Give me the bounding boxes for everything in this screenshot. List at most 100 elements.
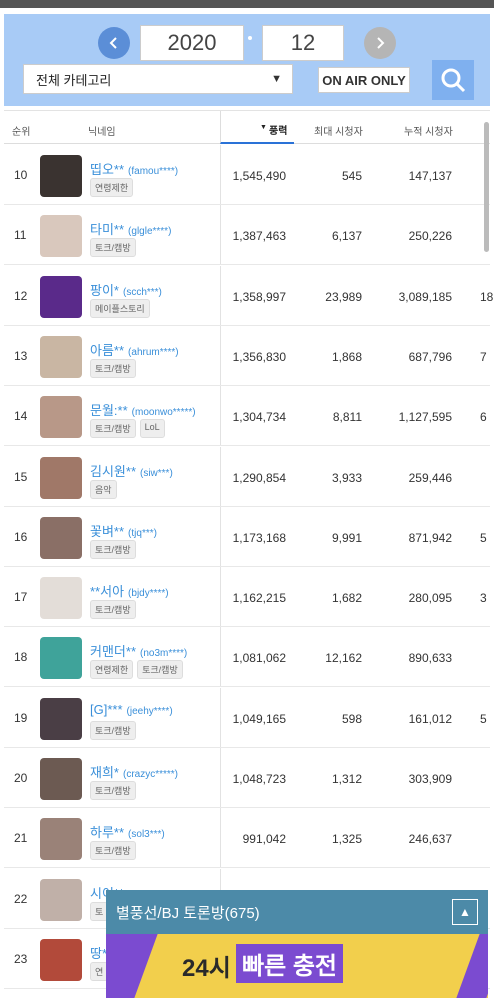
- nickname-id: (jeehy****): [126, 705, 173, 717]
- avatar[interactable]: [40, 456, 82, 499]
- avatar[interactable]: [40, 335, 82, 378]
- avatar[interactable]: [40, 938, 82, 981]
- power-column-header[interactable]: ▼ 풍력: [220, 111, 294, 144]
- avatar[interactable]: [40, 818, 82, 861]
- nickname[interactable]: 문월:** (moonwo*****): [90, 400, 196, 419]
- nickname[interactable]: 김시원** (siw***): [90, 461, 173, 480]
- power-value: 1,162,215: [232, 591, 286, 606]
- acc-viewers-value: 161,012: [408, 711, 452, 726]
- nickname-id: (moonwo*****): [131, 407, 196, 419]
- table-row[interactable]: 21 하루** (sol3***) 토크/캠방 991,042 1,325 246…: [4, 808, 490, 869]
- scrollbar-thumb[interactable]: [484, 122, 489, 252]
- month-field[interactable]: 12: [262, 25, 344, 61]
- nickname[interactable]: 타미** (glgle****): [90, 219, 171, 238]
- discussion-title: 별풍선/BJ 토론방(675): [116, 904, 260, 922]
- table-row[interactable]: 11 타미** (glgle****) 토크/캠방 1,387,463 6,137…: [4, 205, 490, 266]
- rank-number: 19: [14, 710, 28, 725]
- advertisement[interactable]: 24시 빠른 충전: [106, 934, 488, 998]
- avatar[interactable]: [40, 516, 82, 559]
- nickname-id: (ahrum****): [128, 346, 179, 358]
- nickname-name: 아름**: [90, 342, 125, 358]
- extra-value-clipped: 5: [480, 530, 487, 545]
- nickname[interactable]: 아름** (ahrum****): [90, 340, 179, 359]
- nickname-name: 재희*: [90, 765, 119, 780]
- table-row[interactable]: 20 재희* (crazyc*****) 토크/캠방 1,048,723 1,31…: [4, 748, 490, 808]
- acc-viewers-column-header[interactable]: 누적 시청자: [404, 123, 453, 138]
- year-field[interactable]: 2020: [140, 25, 244, 61]
- category-tag[interactable]: LoL: [139, 419, 165, 439]
- category-tag[interactable]: 토크/캠방: [90, 419, 136, 439]
- on-air-only-button[interactable]: ON AIR ONLY: [318, 67, 410, 93]
- avatar[interactable]: [40, 758, 82, 800]
- nickname-name: 커맨더**: [90, 644, 136, 660]
- nickname[interactable]: [G]*** (jeehy****): [90, 702, 173, 717]
- category-tag[interactable]: 토크/캠방: [90, 600, 136, 620]
- avatar[interactable]: [40, 155, 82, 197]
- category-tag[interactable]: 토크/캠방: [137, 660, 183, 680]
- max-viewers-column-header[interactable]: 최대 시청자: [314, 123, 363, 138]
- category-tags: 토크/캠방 LoL: [90, 419, 165, 439]
- rank-number: 23: [14, 951, 28, 966]
- avatar[interactable]: [40, 396, 82, 439]
- prev-month-button[interactable]: [98, 27, 130, 59]
- category-tag[interactable]: 토크/캠방: [90, 781, 136, 800]
- nickname-column-header: 닉네임: [88, 127, 116, 138]
- category-tag[interactable]: 토크/캠방: [90, 841, 136, 861]
- nickname-name: **서아: [90, 584, 125, 600]
- discussion-bar[interactable]: 별풍선/BJ 토론방(675) ▲: [106, 890, 488, 934]
- table-row[interactable]: 12 팡이* (scch***) 메이플스토리 1,358,997 23,989 …: [4, 265, 493, 326]
- chevron-left-icon: [109, 37, 117, 49]
- rank-number: 12: [14, 288, 28, 303]
- table-row[interactable]: 13 아름** (ahrum****) 토크/캠방 1,356,830 1,868…: [4, 325, 490, 386]
- nickname[interactable]: 팡이* (scch***): [90, 280, 162, 299]
- date-separator: [248, 36, 252, 40]
- acc-viewers-value: 303,909: [408, 772, 452, 786]
- avatar[interactable]: [40, 637, 82, 680]
- category-select-label: 전체 카테고리: [36, 72, 112, 88]
- avatar[interactable]: [40, 878, 82, 921]
- avatar[interactable]: [40, 577, 82, 620]
- category-tag[interactable]: 토크/캠방: [90, 358, 136, 378]
- max-viewers-value: 545: [341, 169, 362, 183]
- table-row[interactable]: 18 커맨더** (no3m****) 연령제한 토크/캠방 1,081,062 1…: [4, 627, 490, 688]
- avatar[interactable]: [40, 215, 82, 258]
- rank-number: 20: [14, 771, 28, 785]
- next-month-button[interactable]: [364, 27, 396, 59]
- category-tag[interactable]: 음악: [90, 479, 117, 499]
- nickname[interactable]: 커맨더** (no3m****): [90, 641, 187, 660]
- nickname[interactable]: 재희* (crazyc*****): [90, 762, 178, 781]
- table-row[interactable]: 15 김시원** (siw***) 음악 1,290,854 3,933 259,…: [4, 446, 490, 507]
- nickname-id: (scch***): [122, 286, 162, 298]
- ranking-table-header: 순위 닉네임 ▼ 풍력 최대 시청자 누적 시청자: [4, 110, 490, 144]
- table-row[interactable]: 17 **서아 (bjdy****) 토크/캠방 1,162,215 1,682 …: [4, 567, 490, 628]
- category-select[interactable]: 전체 카테고리 ▼: [23, 64, 293, 94]
- nickname[interactable]: 꽃벼** (tjq***): [90, 521, 157, 540]
- max-viewers-value: 8,811: [332, 410, 362, 425]
- rank-number: 10: [14, 168, 28, 182]
- max-viewers-value: 9,991: [331, 530, 362, 545]
- category-tags: 토크/캠방: [90, 539, 136, 559]
- table-row[interactable]: 16 꽃벼** (tjq***) 토크/캠방 1,173,168 9,991 87…: [4, 506, 490, 567]
- rank-number: 11: [14, 228, 27, 243]
- nickname[interactable]: **서아 (bjdy****): [90, 581, 169, 600]
- category-tag[interactable]: 연령제한: [90, 660, 134, 680]
- table-row[interactable]: 10 띱오** (famou****) 연령제한 1,545,490 545 14…: [4, 145, 490, 205]
- category-tag[interactable]: 토크/캠방: [90, 539, 136, 559]
- nickname[interactable]: 띱오** (famou****): [90, 159, 178, 178]
- table-row[interactable]: 19 [G]*** (jeehy****) 토크/캠방 1,049,165 598…: [4, 687, 490, 748]
- category-tag[interactable]: 연령제한: [90, 178, 134, 197]
- avatar[interactable]: [40, 697, 82, 740]
- nickname[interactable]: 하루** (sol3***): [90, 822, 165, 841]
- category-tags: 연령제한: [90, 178, 134, 197]
- category-tag[interactable]: 토크/캠방: [90, 238, 136, 258]
- ad-decoration: [456, 934, 488, 998]
- category-tag[interactable]: 메이플스토리: [90, 298, 150, 318]
- avatar[interactable]: [40, 275, 82, 318]
- table-row[interactable]: 14 문월:** (moonwo*****) 토크/캠방 LoL 1,304,734…: [4, 386, 490, 447]
- extra-value-clipped: 5: [480, 711, 487, 726]
- collapse-up-icon[interactable]: ▲: [452, 899, 478, 925]
- category-tag[interactable]: 토크/캠방: [90, 720, 136, 740]
- search-button[interactable]: [432, 60, 474, 100]
- max-viewers-value: 598: [341, 711, 362, 726]
- acc-viewers-value: 890,633: [408, 651, 452, 666]
